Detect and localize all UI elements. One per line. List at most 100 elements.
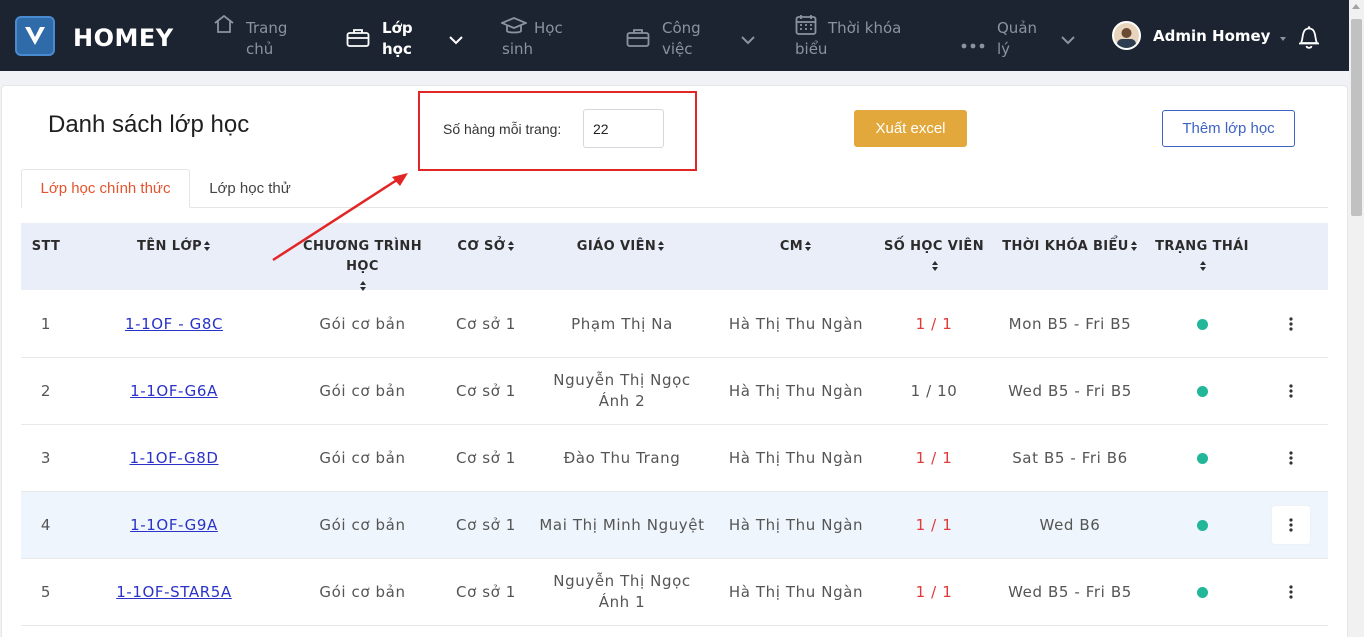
class-link[interactable]: 1-1OF-STAR5A [116, 582, 232, 603]
homey-logo[interactable] [15, 16, 55, 56]
sort-icon[interactable] [931, 261, 939, 272]
sort-icon[interactable] [1130, 241, 1138, 252]
briefcase-icon [626, 28, 650, 54]
sort-icon[interactable] [507, 241, 515, 252]
header-student-count[interactable]: SỐ HỌC VIÊN [874, 237, 994, 277]
cell-class-name: 1-1OF-G8D [104, 425, 244, 491]
cell-program: Gói cơ bản [319, 582, 406, 601]
cell-status [1182, 425, 1222, 491]
cell-class-name: 1-1OF-G6A [104, 358, 244, 424]
cell-teacher: Phạm Thị Na [571, 314, 673, 333]
cell-class-name: 1-1OF-G9A [104, 492, 244, 558]
scroll-up-arrow-icon[interactable] [1352, 4, 1360, 9]
class-link[interactable]: 1-1OF-G9A [130, 515, 218, 536]
top-navbar: HOMEY Trang chủ Lớp học Học sinh Công vi… [0, 0, 1349, 71]
annotation-arrow [272, 173, 408, 262]
table-row[interactable]: 2 1-1OF-G6A Gói cơ bản Cơ sở 1 Nguyễn Th… [21, 358, 1328, 425]
more-dots-icon [961, 34, 985, 55]
cell-stt: 2 [40, 381, 52, 400]
user-menu[interactable]: Admin Homey [1112, 21, 1287, 50]
cell-branch: Cơ sở 1 [456, 314, 516, 333]
row-more-menu-icon[interactable] [1272, 573, 1310, 611]
chevron-down-icon [449, 30, 463, 51]
table-row[interactable]: 3 1-1OF-G8D Gói cơ bản Cơ sở 1 Đào Thu T… [21, 425, 1328, 492]
table-header: STT TÊN LỚP CHƯƠNG TRÌNH HỌC CƠ SỞ GIÁO … [21, 223, 1328, 291]
nav-timetable-label: Thời khóa biểu [795, 19, 902, 58]
cell-actions [1271, 358, 1311, 424]
home-icon [213, 14, 235, 40]
cell-teacher: Nguyễn Thị Ngọc Ánh 1 [553, 572, 691, 611]
cell-actions [1271, 559, 1311, 625]
row-more-menu-icon[interactable] [1272, 305, 1310, 343]
sort-icon[interactable] [658, 241, 665, 252]
user-name: Admin Homey [1153, 26, 1271, 45]
add-class-button[interactable]: Thêm lớp học [1162, 110, 1295, 147]
cell-stt: 1 [40, 314, 52, 333]
cell-stt: 5 [40, 582, 52, 601]
cell-stt: 3 [40, 448, 52, 467]
status-active-dot [1196, 318, 1208, 330]
rows-per-page-label: Số hàng mỗi trang: [443, 121, 562, 137]
class-link[interactable]: 1-1OF-G8D [129, 448, 218, 469]
rows-per-page-input[interactable] [583, 109, 664, 148]
cell-cm: Hà Thị Thu Ngàn [728, 381, 864, 400]
header-class-name[interactable]: TÊN LỚP [104, 237, 244, 257]
cell-actions [1271, 492, 1311, 558]
cell-branch: Cơ sở 1 [456, 448, 516, 467]
header-branch[interactable]: CƠ SỞ [446, 237, 526, 257]
cell-cm: Hà Thị Thu Ngàn [728, 314, 864, 333]
cell-status [1182, 358, 1222, 424]
sort-icon[interactable] [1199, 261, 1207, 272]
cell-student-count: 1 / 1 [915, 448, 953, 467]
cell-branch: Cơ sở 1 [456, 582, 516, 601]
nav-home-label: Trang chủ [246, 19, 288, 58]
cell-status [1182, 492, 1222, 558]
chevron-down-icon [741, 30, 755, 51]
cell-actions [1271, 291, 1311, 357]
header-status[interactable]: TRẠNG THÁI [1147, 237, 1257, 277]
header-stt: STT [31, 239, 61, 254]
row-more-menu-icon[interactable] [1272, 439, 1310, 477]
class-link[interactable]: 1-1OF-G6A [130, 381, 218, 402]
cell-cm: Hà Thị Thu Ngàn [728, 448, 864, 467]
cell-class-name: 1-1OF - G8C [104, 291, 244, 357]
table-row[interactable]: 5 1-1OF-STAR5A Gói cơ bản Cơ sở 1 Nguyễn… [21, 559, 1328, 626]
header-timetable[interactable]: THỜI KHÓA BIỂU [1001, 237, 1139, 257]
header-cm[interactable]: CM [736, 237, 856, 257]
sort-icon[interactable] [204, 241, 211, 252]
cell-status [1182, 559, 1222, 625]
briefcase-icon [346, 28, 370, 54]
cell-student-count: 1 / 10 [910, 381, 958, 400]
app-name[interactable]: HOMEY [73, 24, 174, 52]
table-row[interactable]: 1 1-1OF - G8C Gói cơ bản Cơ sở 1 Phạm Th… [21, 291, 1328, 358]
status-active-dot [1196, 452, 1208, 464]
cell-program: Gói cơ bản [319, 381, 406, 400]
nav-classes-label: Lớp học [382, 19, 413, 58]
header-teacher[interactable]: GIÁO VIÊN [541, 237, 701, 257]
row-more-menu-icon[interactable] [1272, 506, 1310, 544]
avatar [1112, 21, 1141, 50]
table-row[interactable]: 4 1-1OF-G9A Gói cơ bản Cơ sở 1 Mai Thị M… [21, 492, 1328, 559]
cell-branch: Cơ sở 1 [456, 381, 516, 400]
cell-status [1182, 291, 1222, 357]
cell-teacher: Nguyễn Thị Ngọc Ánh 2 [553, 371, 691, 410]
cell-actions [1271, 425, 1311, 491]
class-link[interactable]: 1-1OF - G8C [125, 314, 223, 335]
nav-management-label: Quản lý [997, 19, 1038, 58]
scrollbar-thumb[interactable] [1351, 19, 1362, 216]
cell-timetable: Wed B5 - Fri B5 [1008, 582, 1132, 601]
status-active-dot [1196, 586, 1208, 598]
tab-official-classes[interactable]: Lớp học chính thức [21, 169, 190, 208]
bell-icon[interactable] [1297, 25, 1321, 54]
status-active-dot [1196, 519, 1208, 531]
sort-icon[interactable] [805, 241, 812, 252]
caret-down-icon [1280, 27, 1287, 45]
cell-timetable: Wed B6 [1039, 515, 1101, 534]
nav-students-label: Học sinh [502, 19, 563, 58]
cell-program: Gói cơ bản [319, 314, 406, 333]
nav-tasks-label: Công việc [662, 19, 701, 58]
row-more-menu-icon[interactable] [1272, 372, 1310, 410]
export-excel-button[interactable]: Xuất excel [854, 110, 967, 147]
cell-branch: Cơ sở 1 [456, 515, 516, 534]
cell-cm: Hà Thị Thu Ngàn [728, 515, 864, 534]
